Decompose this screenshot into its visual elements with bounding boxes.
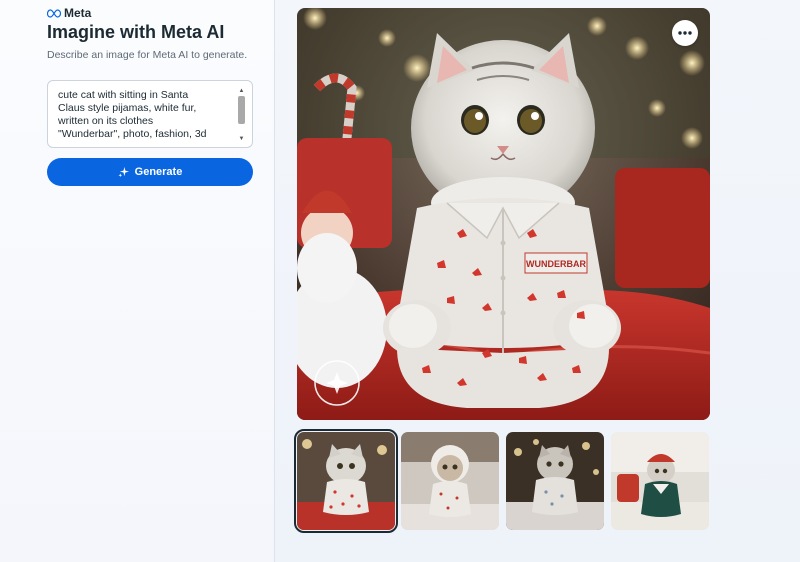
meta-logo[interactable]: Meta [47,6,91,20]
scroll-down-icon[interactable]: ▼ [237,135,246,143]
cat-in-pajamas-image: WUNDERBAR [297,8,710,420]
thumbnail-3[interactable] [506,432,604,530]
scroll-up-icon[interactable]: ▲ [237,87,246,95]
scroll-thumb[interactable] [238,96,245,124]
generate-button[interactable]: Generate [47,158,253,186]
prompt-scrollbar[interactable]: ▲ ▼ [237,87,246,143]
generate-button-label: Generate [134,166,183,178]
thumbnail-image [297,432,395,530]
more-options-button[interactable] [672,20,698,46]
main-generated-image[interactable]: WUNDERBAR [297,8,710,420]
thumbnail-image [506,432,604,530]
meta-infinity-icon [47,8,61,18]
thumbnail-image [401,432,499,530]
thumbnail-2[interactable] [401,432,499,530]
prompt-textarea[interactable]: cute cat with sitting in Santa Claus sty… [47,80,253,148]
ellipsis-icon [678,31,692,35]
sidebar: Meta Imagine with Meta AI Describe an im… [0,0,275,562]
sparkle-icon [118,166,129,177]
page-title: Imagine with Meta AI [47,22,225,42]
shirt-lettering: WUNDERBAR [526,259,586,269]
thumbnail-1[interactable] [294,429,398,533]
brand-name: Meta [64,6,92,20]
thumbnail-4[interactable] [611,432,709,530]
prompt-text[interactable]: cute cat with sitting in Santa Claus sty… [58,89,236,143]
thumbnail-image [611,432,709,530]
page-subtitle: Describe an image for Meta AI to generat… [47,49,248,61]
